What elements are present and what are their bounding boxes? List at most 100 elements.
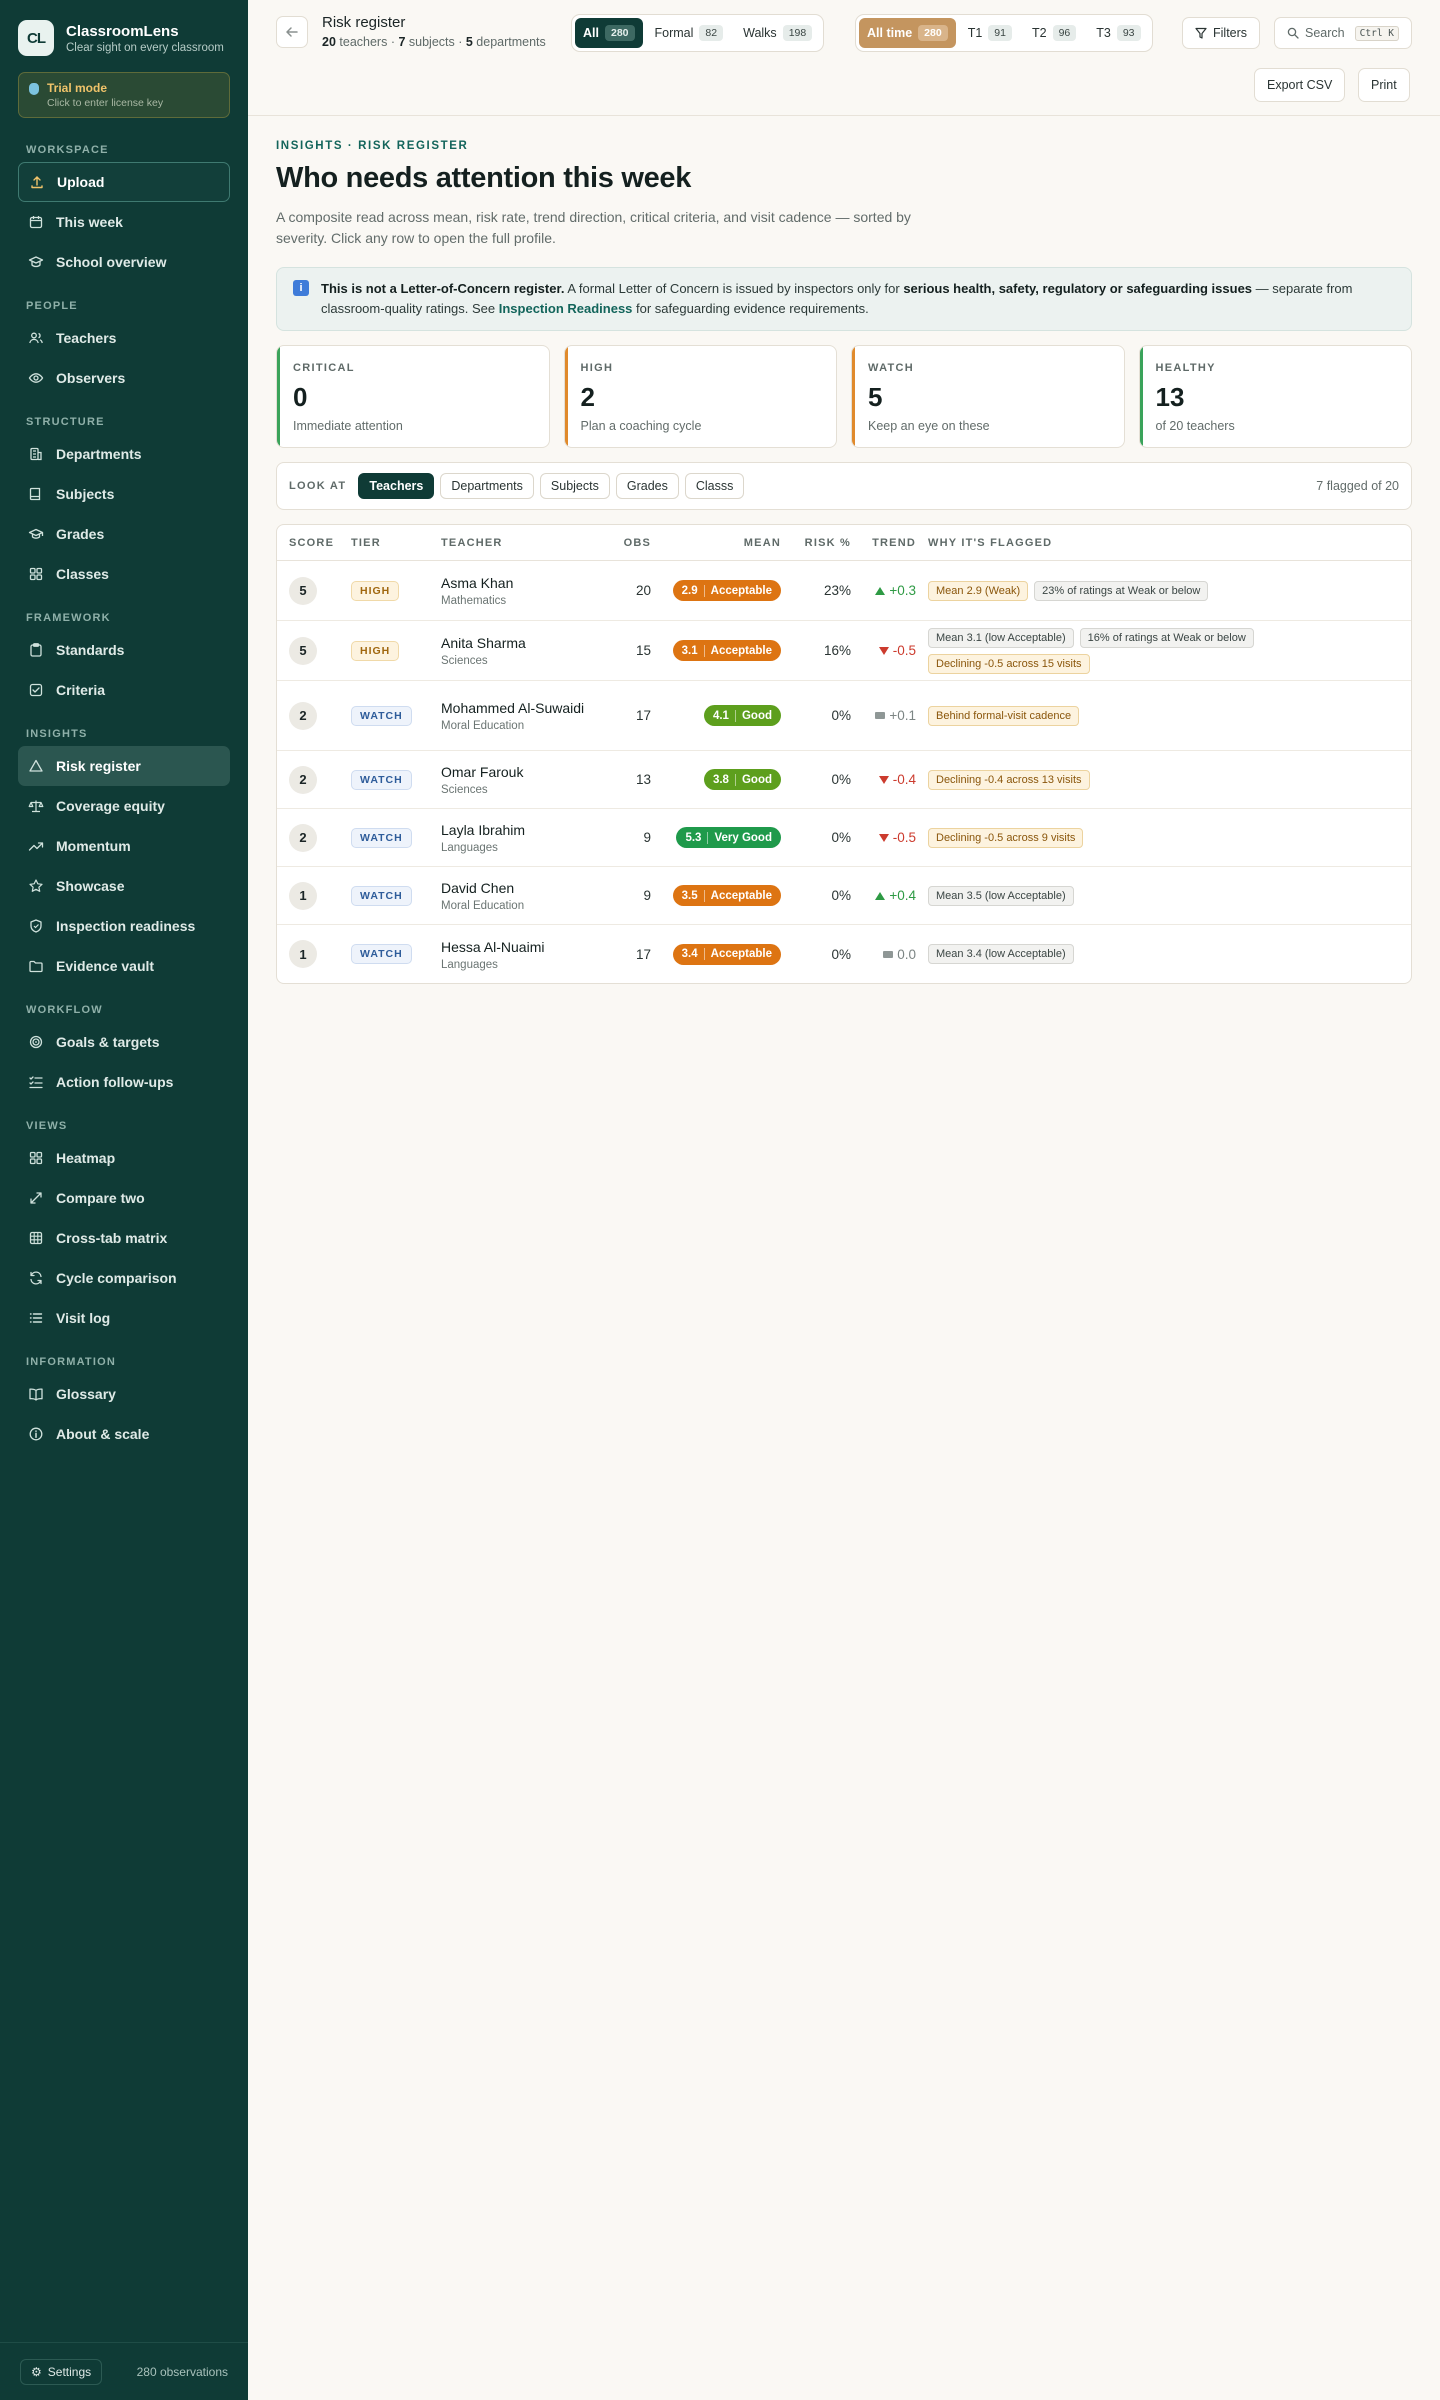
- nav-section-label: STRUCTURE: [26, 416, 105, 428]
- sidebar-item-subjects[interactable]: Subjects: [18, 474, 230, 514]
- stat-card-healthy[interactable]: HEALTHY 13 of 20 teachers: [1138, 345, 1412, 449]
- table-row[interactable]: 1 WATCH David Chen Moral Education 9 3.5 Accep…: [277, 867, 1411, 926]
- look-at-classs[interactable]: Classs: [684, 473, 745, 500]
- look-at-label: LOOK AT: [289, 480, 347, 493]
- topbar: Risk register 20 teachers · 7 subjects ·…: [248, 0, 1440, 116]
- teacher-name[interactable]: Layla Ibrahim: [441, 821, 611, 839]
- sidebar-item-heatmap[interactable]: Heatmap: [18, 1138, 230, 1178]
- sidebar-item-label: Showcase: [56, 878, 125, 894]
- sidebar-item-goals-targets[interactable]: Goals & targets: [18, 1022, 230, 1062]
- sidebar-item-school-overview[interactable]: School overview: [18, 242, 230, 282]
- trial-mode-button[interactable]: Trial mode Click to enter license key: [18, 72, 230, 118]
- back-button[interactable]: [276, 16, 308, 48]
- inspection-readiness-link[interactable]: Inspection Readiness: [499, 301, 633, 316]
- teacher-name[interactable]: Hessa Al-Nuaimi: [441, 938, 611, 956]
- filter-t2[interactable]: T2 96: [1024, 18, 1084, 48]
- filter-all-time[interactable]: All time 280: [859, 18, 956, 48]
- flag-list: Behind formal-visit cadence: [916, 705, 1411, 726]
- risk-score: 2: [289, 765, 317, 794]
- risk-percent: 0%: [831, 946, 851, 962]
- header-obs[interactable]: OBS: [611, 537, 651, 549]
- filter-walks[interactable]: Walks 198: [735, 18, 820, 48]
- sidebar-item-grades[interactable]: Grades: [18, 514, 230, 554]
- stat-card-high[interactable]: HIGH 2 Plan a coaching cycle: [563, 345, 837, 449]
- stat-subtitle: Immediate attention: [293, 419, 403, 434]
- trend-flat-icon: [875, 712, 886, 720]
- teacher-name[interactable]: Omar Farouk: [441, 763, 611, 781]
- settings-button[interactable]: ⚙ Settings: [20, 2358, 103, 2385]
- tier-summary: CRITICAL 0 Immediate attention HIGH 2 Plan a …: [276, 345, 1412, 449]
- obs-count: 13: [635, 772, 651, 788]
- stat-card-watch[interactable]: WATCH 5 Keep an eye on these: [851, 345, 1125, 449]
- filter-t1[interactable]: T1 91: [960, 18, 1020, 48]
- departments-label: departments: [476, 35, 546, 49]
- table-row[interactable]: 2 WATCH Omar Farouk Sciences 13 3.8 Good 0% -0.4…: [277, 751, 1411, 810]
- stat-card-critical[interactable]: CRITICAL 0 Immediate attention: [276, 345, 550, 449]
- sidebar-item-risk-register[interactable]: Risk register: [18, 746, 230, 786]
- header-teacher[interactable]: TEACHER: [441, 537, 611, 549]
- sidebar-item-classes[interactable]: Classes: [18, 554, 230, 594]
- sidebar-item-inspection-readiness[interactable]: Inspection readiness: [18, 906, 230, 946]
- sidebar-item-cross-tab-matrix[interactable]: Cross-tab matrix: [18, 1218, 230, 1258]
- flag-chip: Declining -0.5 across 15 visits: [928, 653, 1090, 674]
- users-icon: [28, 330, 44, 346]
- sidebar-item-evidence-vault[interactable]: Evidence vault: [18, 946, 230, 986]
- sidebar-item-standards[interactable]: Standards: [18, 630, 230, 670]
- sidebar-item-criteria[interactable]: Criteria: [18, 670, 230, 710]
- table-row[interactable]: 2 WATCH Layla Ibrahim Languages 9 5.3 Very Goo…: [277, 809, 1411, 868]
- filters-button[interactable]: Filters: [1182, 17, 1261, 49]
- sidebar-item-coverage-equity[interactable]: Coverage equity: [18, 786, 230, 826]
- cycle-icon: [28, 1270, 44, 1286]
- table-row[interactable]: 5 HIGH Asma Khan Mathematics 20 2.9 Acceptable…: [277, 561, 1411, 622]
- table-row[interactable]: 2 WATCH Mohammed Al-Suwaidi Moral Education…: [277, 681, 1411, 752]
- sidebar-item-teachers[interactable]: Teachers: [18, 318, 230, 358]
- table-row[interactable]: 5 HIGH Anita Sharma Sciences 15 3.1 Acceptable…: [277, 621, 1411, 682]
- teacher-name[interactable]: David Chen: [441, 879, 611, 897]
- look-at-teachers[interactable]: Teachers: [358, 473, 435, 500]
- sidebar-item-departments[interactable]: Departments: [18, 434, 230, 474]
- header-trend[interactable]: TREND: [851, 537, 916, 549]
- filter-t3[interactable]: T3 93: [1088, 18, 1148, 48]
- sidebar-item-visit-log[interactable]: Visit log: [18, 1298, 230, 1338]
- brand[interactable]: CL ClassroomLens Clear sight on every cl…: [0, 0, 248, 56]
- teachers-label: teachers: [339, 35, 388, 49]
- shield-icon: [28, 918, 44, 934]
- graduation-cap-icon: [28, 526, 44, 542]
- print-button[interactable]: Print: [1358, 68, 1410, 102]
- sidebar-item-glossary[interactable]: Glossary: [18, 1374, 230, 1414]
- filter-formal[interactable]: Formal 82: [647, 18, 732, 48]
- sidebar-item-label: Standards: [56, 642, 125, 658]
- nav-section-workspace: WORKSPACE Upload This week School overview: [0, 144, 248, 282]
- table-row[interactable]: 1 WATCH Hessa Al-Nuaimi Languages 17 3.4 Accep…: [277, 925, 1411, 983]
- filter-label: Walks: [743, 26, 777, 40]
- filter-count: 91: [988, 25, 1012, 41]
- sidebar-item-observers[interactable]: Observers: [18, 358, 230, 398]
- sidebar-item-this-week[interactable]: This week: [18, 202, 230, 242]
- export-label: Export CSV: [1267, 78, 1333, 92]
- sidebar-item-momentum[interactable]: Momentum: [18, 826, 230, 866]
- sidebar-item-upload[interactable]: Upload: [18, 162, 230, 202]
- teacher-name[interactable]: Asma Khan: [441, 574, 611, 592]
- sidebar-item-showcase[interactable]: Showcase: [18, 866, 230, 906]
- teacher-name[interactable]: Anita Sharma: [441, 634, 611, 652]
- filter-all[interactable]: All 280: [575, 18, 643, 48]
- trend-value: 0.0: [851, 947, 916, 962]
- flagged-count: 7 flagged of 20: [1316, 479, 1399, 494]
- search-button[interactable]: Search Ctrl K: [1274, 17, 1412, 49]
- header-score[interactable]: SCORE: [289, 537, 351, 549]
- flag-chip: Mean 3.5 (low Acceptable): [928, 885, 1074, 906]
- sidebar-item-cycle-comparison[interactable]: Cycle comparison: [18, 1258, 230, 1298]
- export-csv-button[interactable]: Export CSV: [1254, 68, 1346, 102]
- header-tier[interactable]: TIER: [351, 537, 441, 549]
- teacher-name[interactable]: Mohammed Al-Suwaidi: [441, 699, 611, 717]
- look-at-departments[interactable]: Departments: [440, 473, 534, 500]
- header-risk[interactable]: RISK %: [781, 537, 851, 549]
- teacher-department: Moral Education: [441, 720, 525, 733]
- header-mean[interactable]: MEAN: [651, 537, 781, 549]
- sidebar-item-compare-two[interactable]: Compare two: [18, 1178, 230, 1218]
- look-at-subjects[interactable]: Subjects: [539, 473, 610, 500]
- look-at-grades[interactable]: Grades: [615, 473, 679, 500]
- stat-subtitle: Plan a coaching cycle: [580, 419, 702, 434]
- sidebar-item-about-scale[interactable]: About & scale: [18, 1414, 230, 1454]
- sidebar-item-action-follow-ups[interactable]: Action follow-ups: [18, 1062, 230, 1102]
